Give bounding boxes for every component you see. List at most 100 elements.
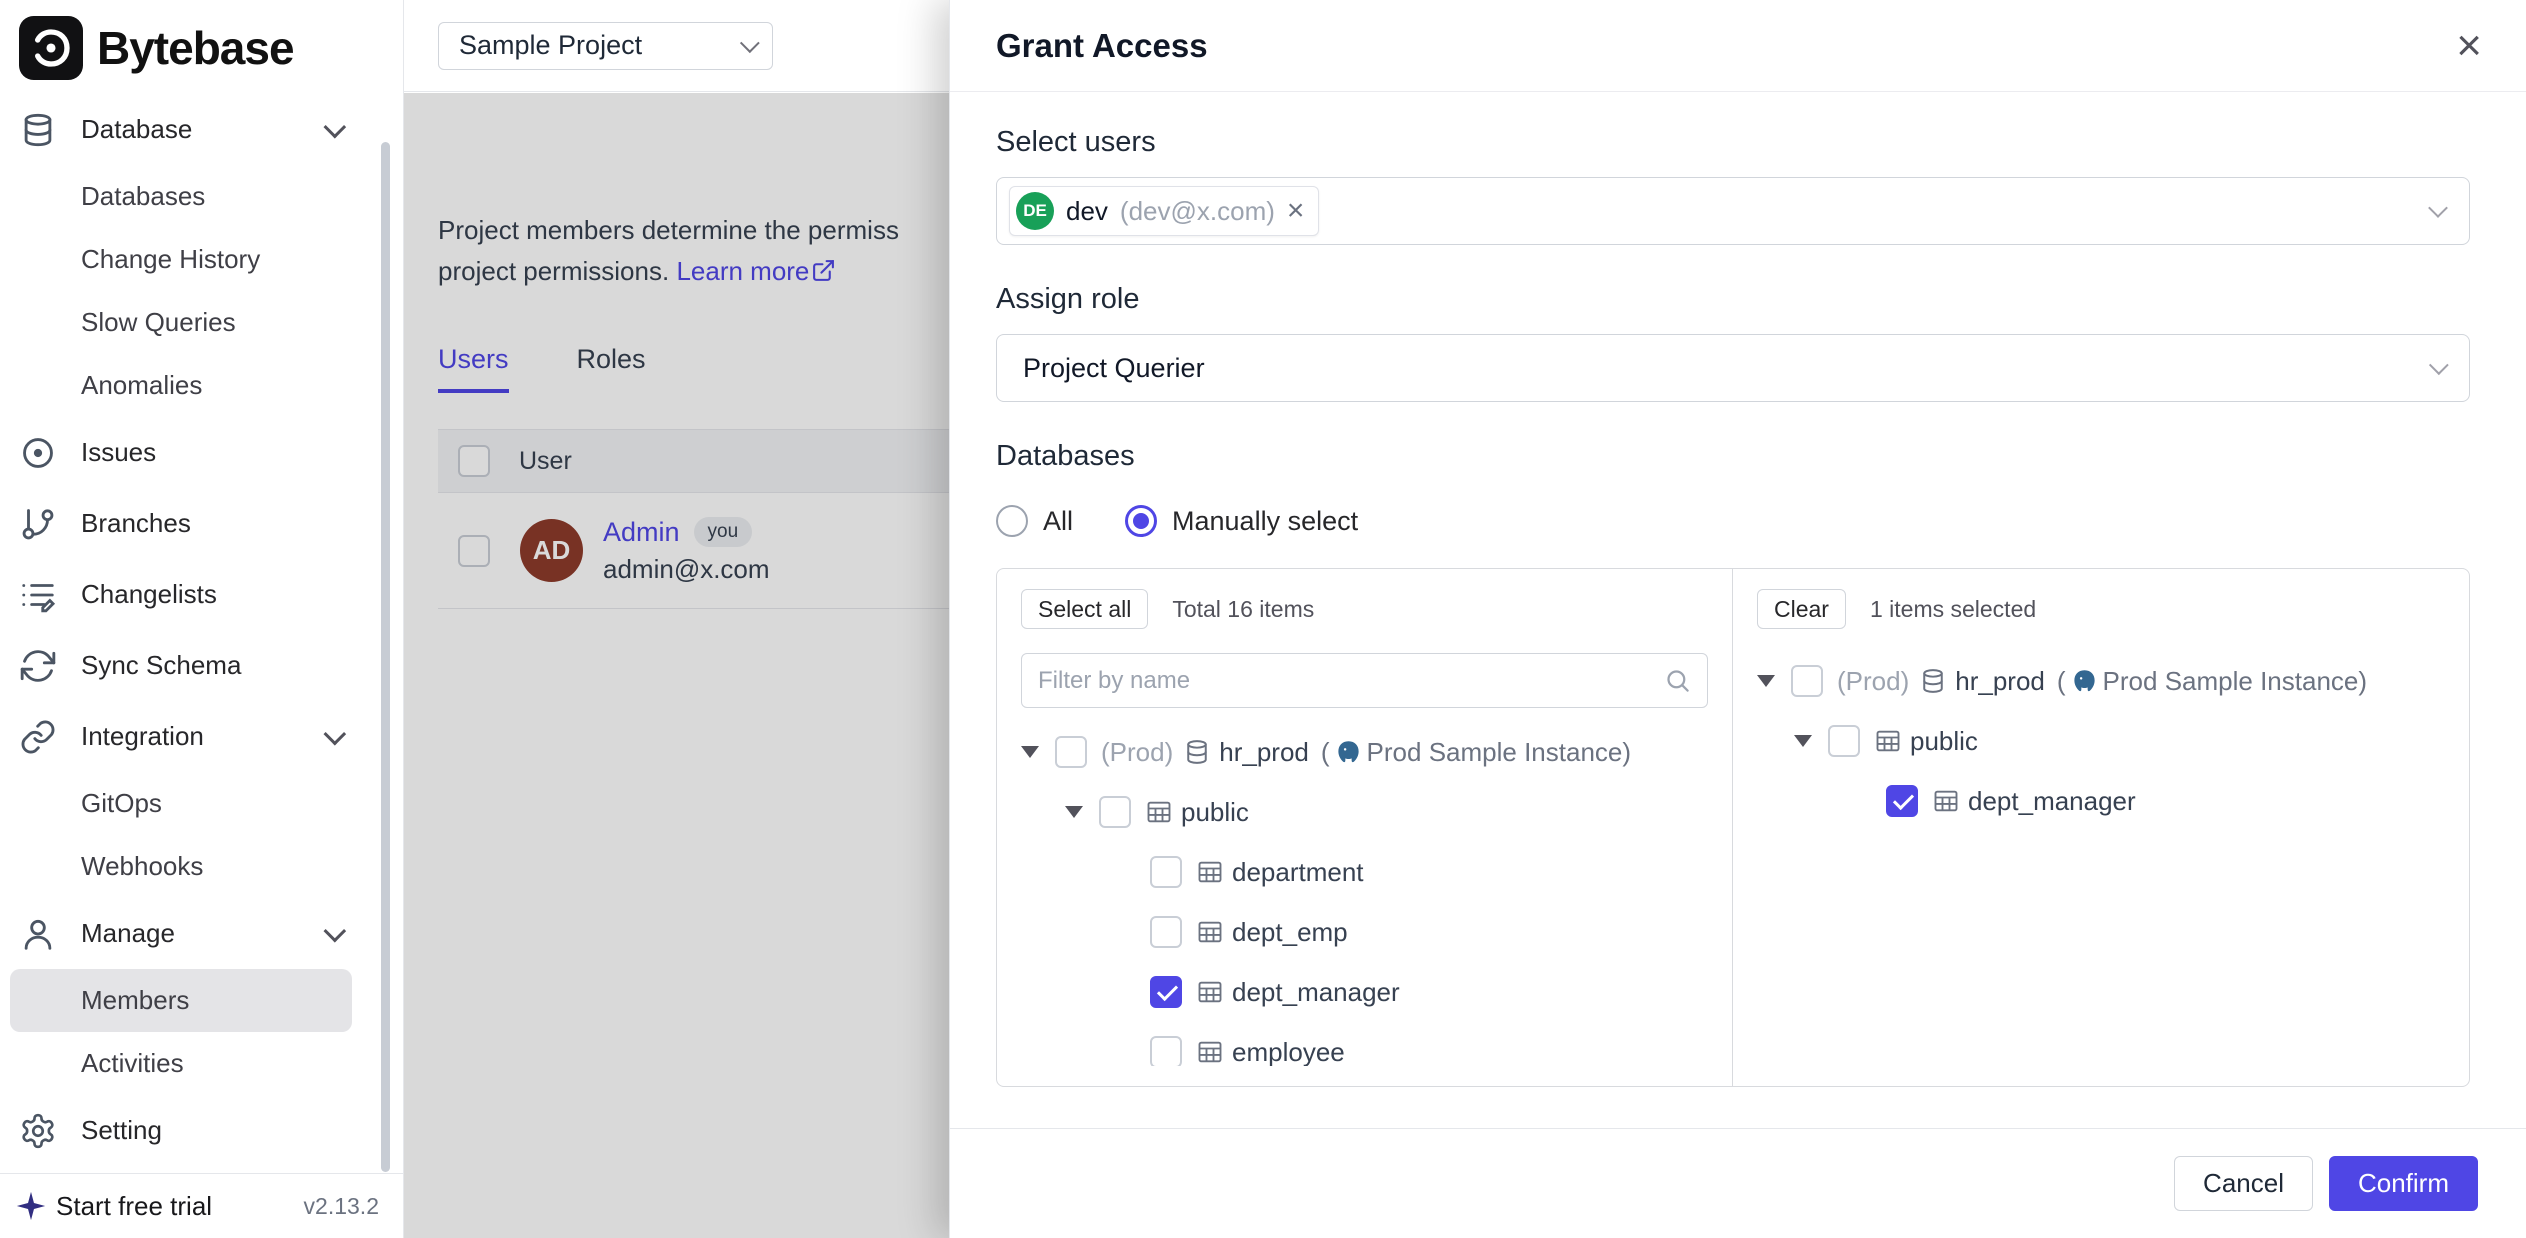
- schema-name: public: [1181, 797, 1249, 828]
- database-name: hr_prod: [1219, 737, 1309, 768]
- tree-row-table[interactable]: dept_manager: [1757, 771, 2445, 831]
- postgres-icon: [2071, 668, 2098, 695]
- schema-icon: [1874, 727, 1902, 755]
- caret-down-icon[interactable]: [1065, 806, 1083, 818]
- confirm-button[interactable]: Confirm: [2329, 1156, 2478, 1211]
- tree-checkbox[interactable]: [1099, 796, 1131, 828]
- role-select[interactable]: Project Querier: [996, 334, 2470, 402]
- radio-all[interactable]: All: [996, 505, 1073, 537]
- environment-label: (Prod): [1837, 666, 1909, 697]
- sparkle-icon: [14, 1189, 48, 1223]
- sidebar-item-members[interactable]: Members: [10, 969, 352, 1032]
- user-select-input[interactable]: DE dev (dev@x.com) ×: [996, 177, 2470, 245]
- tree-row-table[interactable]: dept_manager: [1021, 962, 1708, 1022]
- gear-icon: [19, 1112, 57, 1150]
- database-icon: [1183, 738, 1211, 766]
- sidebar-nav: Database Databases Change History Slow Q…: [0, 90, 403, 1166]
- sidebar-item-label: Webhooks: [81, 851, 203, 882]
- assign-role-label: Assign role: [996, 283, 2470, 316]
- caret-down-icon[interactable]: [1021, 746, 1039, 758]
- tree-row-database[interactable]: (Prod) hr_prod (Prod Sample Instance): [1021, 722, 1708, 782]
- logo-text: Bytebase: [97, 21, 294, 75]
- chevron-down-icon: [324, 722, 347, 745]
- tree-checkbox-checked[interactable]: [1150, 976, 1182, 1008]
- chip-user-email: (dev@x.com): [1120, 196, 1275, 227]
- sidebar-item-branches[interactable]: Branches: [0, 488, 403, 559]
- clear-button[interactable]: Clear: [1757, 589, 1846, 629]
- caret-down-icon[interactable]: [1757, 675, 1775, 687]
- grant-access-drawer: Grant Access × Select users DE dev (dev@…: [949, 0, 2526, 1238]
- tree-row-table[interactable]: department: [1021, 842, 1708, 902]
- select-users-label: Select users: [996, 126, 2470, 159]
- database-name: hr_prod: [1955, 666, 2045, 697]
- role-select-value: Project Querier: [1023, 353, 1205, 384]
- tree-checkbox[interactable]: [1791, 665, 1823, 697]
- instance-label: (Prod Sample Instance): [1321, 737, 1631, 768]
- cancel-button[interactable]: Cancel: [2174, 1156, 2313, 1211]
- integration-icon: [19, 718, 57, 756]
- tree-checkbox[interactable]: [1150, 916, 1182, 948]
- tree-row-schema[interactable]: public: [1757, 711, 2445, 771]
- table-icon: [1932, 787, 1960, 815]
- table-name: dept_emp: [1232, 917, 1348, 948]
- select-all-button[interactable]: Select all: [1021, 589, 1148, 629]
- sidebar-item-gitops[interactable]: GitOps: [0, 772, 403, 835]
- tree-row-schema[interactable]: public: [1021, 782, 1708, 842]
- remove-user-icon[interactable]: ×: [1287, 196, 1305, 226]
- table-icon: [1196, 1038, 1224, 1066]
- sidebar-item-issues[interactable]: Issues: [0, 417, 403, 488]
- radio-circle-checked[interactable]: [1125, 505, 1157, 537]
- sidebar-item-database[interactable]: Database: [0, 94, 403, 165]
- tree-checkbox[interactable]: [1150, 1036, 1182, 1066]
- sidebar-item-webhooks[interactable]: Webhooks: [0, 835, 403, 898]
- selected-count-label: 1 items selected: [1870, 596, 2036, 623]
- sidebar-item-label: Manage: [81, 918, 175, 949]
- sidebar-item-changelists[interactable]: Changelists: [0, 559, 403, 630]
- sidebar-item-anomalies[interactable]: Anomalies: [0, 354, 403, 417]
- environment-label: (Prod): [1101, 737, 1173, 768]
- start-free-trial-button[interactable]: Start free trial: [14, 1189, 212, 1223]
- chevron-down-icon: [2429, 355, 2449, 375]
- radio-circle[interactable]: [996, 505, 1028, 537]
- tree-checkbox[interactable]: [1828, 725, 1860, 757]
- sidebar-item-label: Setting: [81, 1115, 162, 1146]
- radio-manually-select[interactable]: Manually select: [1125, 505, 1358, 537]
- table-icon: [1196, 858, 1224, 886]
- tree-checkbox[interactable]: [1150, 856, 1182, 888]
- sidebar-item-activities[interactable]: Activities: [0, 1032, 403, 1095]
- sidebar-scrollbar[interactable]: [381, 142, 390, 1172]
- postgres-icon: [1335, 739, 1362, 766]
- sidebar-item-setting[interactable]: Setting: [0, 1095, 403, 1166]
- schema-icon: [1145, 798, 1173, 826]
- chevron-down-icon: [740, 33, 760, 53]
- sidebar-footer: Start free trial v2.13.2: [0, 1173, 403, 1238]
- caret-down-icon[interactable]: [1794, 735, 1812, 747]
- sidebar-item-databases[interactable]: Databases: [0, 165, 403, 228]
- table-name: department: [1232, 857, 1364, 888]
- tree-row-database[interactable]: (Prod) hr_prod (Prod Sample Instance): [1757, 651, 2445, 711]
- tree-row-table[interactable]: employee: [1021, 1022, 1708, 1066]
- table-name: employee: [1232, 1037, 1345, 1067]
- drawer-body: Select users DE dev (dev@x.com) × Assign…: [950, 92, 2526, 1128]
- sidebar-item-slow-queries[interactable]: Slow Queries: [0, 291, 403, 354]
- filter-input-wrap: [1021, 653, 1708, 708]
- tree-checkbox[interactable]: [1055, 736, 1087, 768]
- chevron-down-icon: [324, 115, 347, 138]
- tree-row-table[interactable]: dept_emp: [1021, 902, 1708, 962]
- close-icon[interactable]: ×: [2456, 24, 2482, 68]
- sidebar-item-label: Activities: [81, 1048, 184, 1079]
- table-icon: [1196, 918, 1224, 946]
- source-tree: (Prod) hr_prod (Prod Sample Instance) pu…: [1021, 722, 1708, 1066]
- sidebar-item-manage[interactable]: Manage: [0, 898, 403, 969]
- sidebar-item-change-history[interactable]: Change History: [0, 228, 403, 291]
- sidebar-item-integration[interactable]: Integration: [0, 701, 403, 772]
- sidebar-item-sync-schema[interactable]: Sync Schema: [0, 630, 403, 701]
- schema-name: public: [1910, 726, 1978, 757]
- sidebar-item-label: Database: [81, 114, 192, 145]
- filter-input[interactable]: [1038, 667, 1664, 695]
- project-selector[interactable]: Sample Project: [438, 22, 773, 70]
- sync-icon: [19, 647, 57, 685]
- bytebase-logo[interactable]: Bytebase: [0, 0, 403, 90]
- tree-checkbox-checked[interactable]: [1886, 785, 1918, 817]
- database-scope-radios: All Manually select: [996, 505, 2470, 537]
